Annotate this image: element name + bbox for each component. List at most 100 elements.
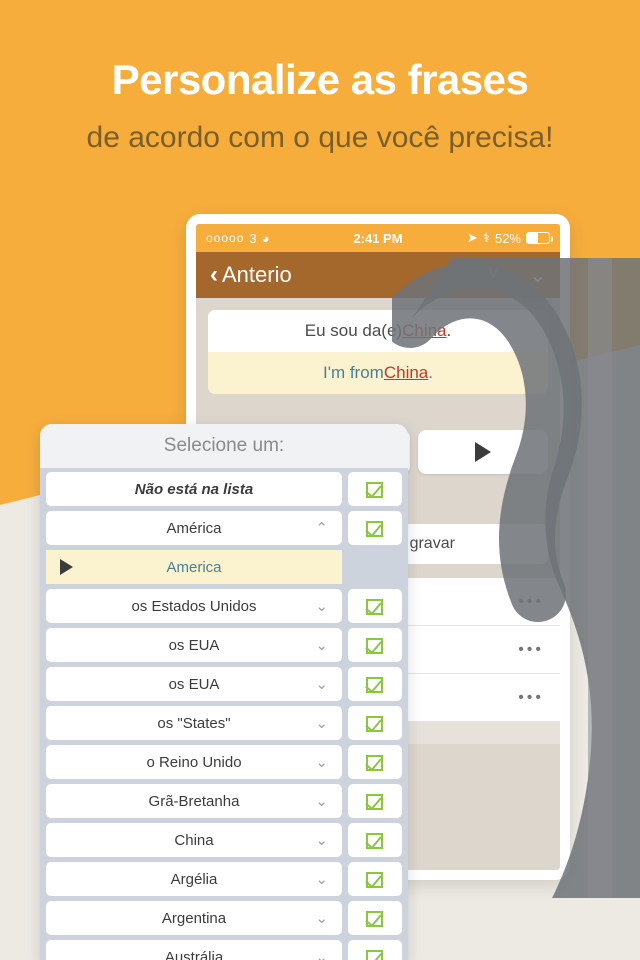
checkbox-checked-icon[interactable] xyxy=(364,792,385,811)
phrase-en-slot[interactable]: China xyxy=(384,363,428,383)
checkbox-checked-icon[interactable] xyxy=(364,636,385,655)
phrase-portuguese[interactable]: Eu sou da(e) China. xyxy=(208,310,548,352)
ellipsis-icon[interactable]: ••• xyxy=(518,593,544,611)
picker-row-option[interactable]: Austrália ⌄ xyxy=(46,940,342,960)
location-arrow-icon: ➤ xyxy=(467,230,478,245)
country-picker-panel: Selecione um: Não está na lista América ⌃ A… xyxy=(40,424,408,960)
phrase-pt-prefix: Eu sou da(e) xyxy=(304,321,403,340)
picker-row-option[interactable]: América ⌃ xyxy=(46,511,342,545)
picker-row-check-cell[interactable] xyxy=(348,589,402,623)
checkbox-checked-icon[interactable] xyxy=(364,909,385,928)
phrase-en-prefix: I'm from xyxy=(322,363,384,382)
checkbox-checked-icon[interactable] xyxy=(364,948,385,960)
play-icon xyxy=(475,442,491,462)
checkbox-checked-icon[interactable] xyxy=(364,870,385,889)
phrase-pt-slot[interactable]: China xyxy=(402,321,446,341)
picker-row[interactable]: os EUA ⌄ xyxy=(46,628,402,662)
picker-row-check-cell[interactable] xyxy=(348,745,402,779)
picker-row-check-cell[interactable] xyxy=(348,862,402,896)
picker-row[interactable]: o Reino Unido ⌄ xyxy=(46,745,402,779)
picker-row-label: Argentina xyxy=(161,909,227,927)
picker-row-option[interactable]: os EUA ⌄ xyxy=(46,667,342,701)
picker-row-option[interactable]: America xyxy=(46,550,342,584)
checkbox-checked-icon[interactable] xyxy=(364,597,385,616)
promo-text-block: Personalize as frases de acordo com o qu… xyxy=(0,52,640,162)
picker-row-label: China xyxy=(174,831,214,849)
picker-row[interactable]: os Estados Unidos ⌄ xyxy=(46,589,402,623)
picker-row-option[interactable]: China ⌄ xyxy=(46,823,342,857)
back-button[interactable]: ‹ Anterio xyxy=(210,261,292,289)
picker-row-list: Não está na lista América ⌃ America os Estad… xyxy=(40,468,408,960)
picker-row[interactable]: Não está na lista xyxy=(46,472,402,506)
picker-row-check-cell[interactable] xyxy=(348,823,402,857)
phrase-card: Eu sou da(e) China. I'm from China. xyxy=(196,298,560,394)
picker-row-check-cell[interactable] xyxy=(348,901,402,935)
picker-row[interactable]: China ⌄ xyxy=(46,823,402,857)
ellipsis-icon[interactable]: ••• xyxy=(518,689,544,707)
picker-row-check-cell[interactable] xyxy=(348,706,402,740)
picker-row[interactable]: América ⌃ xyxy=(46,511,402,545)
picker-row[interactable]: Argélia ⌄ xyxy=(46,862,402,896)
chevron-down-icon[interactable]: ⌄ xyxy=(315,833,328,848)
chevron-down-icon[interactable]: ⌄ xyxy=(315,599,328,614)
chevron-up-icon[interactable]: ⌃ xyxy=(315,521,328,536)
status-right: ➤ ⚕ 52% xyxy=(467,230,553,246)
picker-row-check-cell xyxy=(348,550,402,584)
chevron-down-icon[interactable]: ⌄ xyxy=(315,677,328,692)
picker-row-check-cell[interactable] xyxy=(348,667,402,701)
picker-row[interactable]: os "States" ⌄ xyxy=(46,706,402,740)
checkbox-checked-icon[interactable] xyxy=(364,480,385,499)
picker-row[interactable]: Argentina ⌄ xyxy=(46,901,402,935)
picker-row[interactable]: America xyxy=(46,550,402,584)
checkbox-checked-icon[interactable] xyxy=(364,753,385,772)
back-button-label: Anterio xyxy=(222,262,292,287)
picker-row-option[interactable]: os EUA ⌄ xyxy=(46,628,342,662)
picker-row-check-cell[interactable] xyxy=(348,940,402,960)
chevron-down-icon[interactable]: ⌄ xyxy=(315,950,328,960)
chevron-down-icon[interactable]: ⌄ xyxy=(315,794,328,809)
picker-row-check-cell[interactable] xyxy=(348,628,402,662)
picker-row-label: Argélia xyxy=(170,870,218,888)
chevron-down-icon[interactable]: ⌄ xyxy=(315,638,328,653)
picker-row-label: o Reino Unido xyxy=(146,753,242,771)
picker-row-option[interactable]: o Reino Unido ⌄ xyxy=(46,745,342,779)
bluetooth-icon: ⚕ xyxy=(482,230,490,245)
checkbox-checked-icon[interactable] xyxy=(364,831,385,850)
chevron-down-icon[interactable]: ⌄ xyxy=(529,263,546,288)
play-button[interactable] xyxy=(418,430,548,474)
play-icon[interactable] xyxy=(60,559,73,575)
picker-row[interactable]: Austrália ⌄ xyxy=(46,940,402,960)
checkbox-checked-icon[interactable] xyxy=(364,519,385,538)
picker-row-option[interactable]: Grã-Bretanha ⌄ xyxy=(46,784,342,818)
picker-row-option[interactable]: Argélia ⌄ xyxy=(46,862,342,896)
chevron-down-icon[interactable]: ⌄ xyxy=(315,755,328,770)
battery-icon xyxy=(526,232,553,244)
phrase-english[interactable]: I'm from China. xyxy=(208,352,548,394)
picker-row-check-cell[interactable] xyxy=(348,784,402,818)
picker-row-label: Austrália xyxy=(164,948,224,960)
ellipsis-icon[interactable]: ••• xyxy=(518,641,544,659)
chevron-up-icon[interactable]: ˅ xyxy=(488,263,500,288)
status-bar: ooooo 3 ◕ 2:41 PM ➤ ⚕ 52% xyxy=(196,224,560,252)
battery-percent: 52% xyxy=(494,230,521,246)
picker-row-label: os EUA xyxy=(168,675,220,693)
picker-row-check-cell[interactable] xyxy=(348,472,402,506)
picker-row[interactable]: os EUA ⌄ xyxy=(46,667,402,701)
checkbox-checked-icon[interactable] xyxy=(364,675,385,694)
picker-row-option[interactable]: os "States" ⌄ xyxy=(46,706,342,740)
picker-row-option[interactable]: Argentina ⌄ xyxy=(46,901,342,935)
chevron-down-icon[interactable]: ⌄ xyxy=(315,872,328,887)
picker-row-check-cell[interactable] xyxy=(348,511,402,545)
phrase-en-suffix: . xyxy=(428,363,433,382)
picker-row-label: Não está na lista xyxy=(134,480,254,498)
picker-row-option[interactable]: Não está na lista xyxy=(46,472,342,506)
promo-headline: Personalize as frases xyxy=(111,56,529,103)
picker-row-label: os "States" xyxy=(157,714,231,732)
checkbox-checked-icon[interactable] xyxy=(364,714,385,733)
picker-row[interactable]: Grã-Bretanha ⌄ xyxy=(46,784,402,818)
picker-row-option[interactable]: os Estados Unidos ⌄ xyxy=(46,589,342,623)
picker-row-label: os EUA xyxy=(168,636,220,654)
picker-row-label: América xyxy=(166,519,222,537)
chevron-down-icon[interactable]: ⌄ xyxy=(315,911,328,926)
chevron-down-icon[interactable]: ⌄ xyxy=(315,716,328,731)
